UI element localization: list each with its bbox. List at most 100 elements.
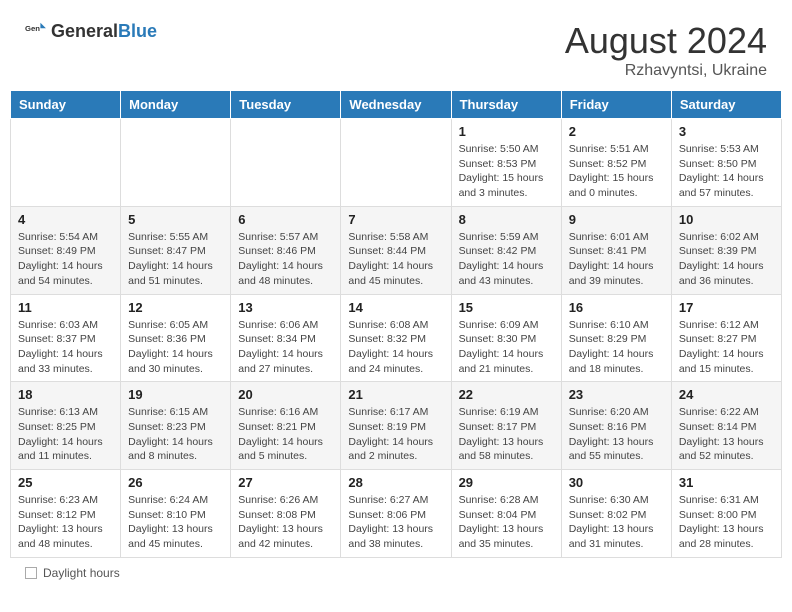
calendar-cell: 11 Sunrise: 6:03 AM Sunset: 8:37 PM Dayli…: [11, 294, 121, 382]
day-number: 29: [459, 475, 554, 490]
day-number: 22: [459, 387, 554, 402]
day-info: Sunrise: 6:31 AM Sunset: 8:00 PM Dayligh…: [679, 493, 774, 552]
day-number: 8: [459, 212, 554, 227]
day-number: 20: [238, 387, 333, 402]
day-number: 4: [18, 212, 113, 227]
day-number: 18: [18, 387, 113, 402]
calendar-week-row: 1Sunrise: 5:50 AM Sunset: 8:53 PM Daylig…: [11, 119, 782, 207]
calendar-week-row: 25Sunrise: 6:23 AM Sunset: 8:12 PM Dayli…: [11, 470, 782, 558]
day-info: Sunrise: 6:30 AM Sunset: 8:02 PM Dayligh…: [569, 493, 664, 552]
day-info: Sunrise: 6:26 AM Sunset: 8:08 PM Dayligh…: [238, 493, 333, 552]
day-info: Sunrise: 6:22 AM Sunset: 8:14 PM Dayligh…: [679, 405, 774, 464]
day-info: Sunrise: 6:16 AM Sunset: 8:21 PM Dayligh…: [238, 405, 333, 464]
day-number: 17: [679, 300, 774, 315]
calendar-cell: [121, 119, 231, 207]
calendar-cell: 2 Sunrise: 5:51 AM Sunset: 8:52 PM Daylig…: [561, 119, 671, 207]
daylight-label: Daylight hours: [43, 566, 120, 580]
calendar-footer: Daylight hours: [10, 558, 782, 588]
day-info: Sunrise: 6:27 AM Sunset: 8:06 PM Dayligh…: [348, 493, 443, 552]
calendar-cell: 15Sunrise: 6:09 AM Sunset: 8:30 PM Dayli…: [451, 294, 561, 382]
day-info: Sunrise: 5:51 AM Sunset: 8:52 PM Dayligh…: [569, 142, 664, 201]
calendar-cell: 16 Sunrise: 6:10 AM Sunset: 8:29 PM Dayli…: [561, 294, 671, 382]
day-number: 10: [679, 212, 774, 227]
day-number: 23: [569, 387, 664, 402]
calendar-cell: 9 Sunrise: 6:01 AM Sunset: 8:41 PM Daylig…: [561, 206, 671, 294]
day-number: 27: [238, 475, 333, 490]
column-header-friday: Friday: [561, 91, 671, 119]
calendar-cell: 1Sunrise: 5:50 AM Sunset: 8:53 PM Daylig…: [451, 119, 561, 207]
calendar-cell: 30 Sunrise: 6:30 AM Sunset: 8:02 PM Dayli…: [561, 470, 671, 558]
day-info: Sunrise: 6:17 AM Sunset: 8:19 PM Dayligh…: [348, 405, 443, 464]
calendar-cell: 18 Sunrise: 6:13 AM Sunset: 8:25 PM Dayli…: [11, 382, 121, 470]
day-info: Sunrise: 6:03 AM Sunset: 8:37 PM Dayligh…: [18, 318, 113, 377]
day-number: 5: [128, 212, 223, 227]
day-number: 11: [18, 300, 113, 315]
day-number: 7: [348, 212, 443, 227]
column-header-saturday: Saturday: [671, 91, 781, 119]
calendar-week-row: 4 Sunrise: 5:54 AM Sunset: 8:49 PM Daylig…: [11, 206, 782, 294]
column-header-wednesday: Wednesday: [341, 91, 451, 119]
calendar-cell: 26 Sunrise: 6:24 AM Sunset: 8:10 PM Dayli…: [121, 470, 231, 558]
day-number: 16: [569, 300, 664, 315]
month-year-title: August 2024: [565, 20, 767, 62]
page-header: Gen GeneralBlue August 2024 Rzhavyntsi, …: [10, 10, 782, 85]
calendar-cell: 29 Sunrise: 6:28 AM Sunset: 8:04 PM Dayli…: [451, 470, 561, 558]
day-info: Sunrise: 6:08 AM Sunset: 8:32 PM Dayligh…: [348, 318, 443, 377]
day-info: Sunrise: 6:19 AM Sunset: 8:17 PM Dayligh…: [459, 405, 554, 464]
day-number: 24: [679, 387, 774, 402]
day-info: Sunrise: 6:12 AM Sunset: 8:27 PM Dayligh…: [679, 318, 774, 377]
calendar-cell: 28Sunrise: 6:27 AM Sunset: 8:06 PM Dayli…: [341, 470, 451, 558]
column-header-thursday: Thursday: [451, 91, 561, 119]
day-number: 26: [128, 475, 223, 490]
calendar-cell: [11, 119, 121, 207]
calendar-cell: 25Sunrise: 6:23 AM Sunset: 8:12 PM Dayli…: [11, 470, 121, 558]
day-number: 21: [348, 387, 443, 402]
calendar-header-row: SundayMondayTuesdayWednesdayThursdayFrid…: [11, 91, 782, 119]
day-number: 2: [569, 124, 664, 139]
calendar-cell: 5 Sunrise: 5:55 AM Sunset: 8:47 PM Daylig…: [121, 206, 231, 294]
calendar-cell: 8Sunrise: 5:59 AM Sunset: 8:42 PM Daylig…: [451, 206, 561, 294]
day-info: Sunrise: 5:53 AM Sunset: 8:50 PM Dayligh…: [679, 142, 774, 201]
column-header-sunday: Sunday: [11, 91, 121, 119]
calendar-cell: [231, 119, 341, 207]
day-number: 31: [679, 475, 774, 490]
calendar-cell: 7 Sunrise: 5:58 AM Sunset: 8:44 PM Daylig…: [341, 206, 451, 294]
day-number: 30: [569, 475, 664, 490]
calendar-cell: 3 Sunrise: 5:53 AM Sunset: 8:50 PM Daylig…: [671, 119, 781, 207]
day-number: 9: [569, 212, 664, 227]
calendar-cell: 14 Sunrise: 6:08 AM Sunset: 8:32 PM Dayli…: [341, 294, 451, 382]
calendar-table: SundayMondayTuesdayWednesdayThursdayFrid…: [10, 90, 782, 558]
day-info: Sunrise: 6:24 AM Sunset: 8:10 PM Dayligh…: [128, 493, 223, 552]
calendar-cell: 4 Sunrise: 5:54 AM Sunset: 8:49 PM Daylig…: [11, 206, 121, 294]
day-number: 1: [459, 124, 554, 139]
day-number: 14: [348, 300, 443, 315]
day-number: 12: [128, 300, 223, 315]
svg-text:Gen: Gen: [25, 24, 40, 33]
location-subtitle: Rzhavyntsi, Ukraine: [565, 62, 767, 80]
day-info: Sunrise: 6:09 AM Sunset: 8:30 PM Dayligh…: [459, 318, 554, 377]
day-number: 6: [238, 212, 333, 227]
day-info: Sunrise: 6:15 AM Sunset: 8:23 PM Dayligh…: [128, 405, 223, 464]
calendar-cell: 27 Sunrise: 6:26 AM Sunset: 8:08 PM Dayli…: [231, 470, 341, 558]
day-number: 19: [128, 387, 223, 402]
day-info: Sunrise: 6:10 AM Sunset: 8:29 PM Dayligh…: [569, 318, 664, 377]
day-info: Sunrise: 6:20 AM Sunset: 8:16 PM Dayligh…: [569, 405, 664, 464]
day-info: Sunrise: 6:13 AM Sunset: 8:25 PM Dayligh…: [18, 405, 113, 464]
calendar-cell: 21 Sunrise: 6:17 AM Sunset: 8:19 PM Dayli…: [341, 382, 451, 470]
day-info: Sunrise: 6:02 AM Sunset: 8:39 PM Dayligh…: [679, 230, 774, 289]
day-info: Sunrise: 5:54 AM Sunset: 8:49 PM Dayligh…: [18, 230, 113, 289]
calendar-cell: 10 Sunrise: 6:02 AM Sunset: 8:39 PM Dayli…: [671, 206, 781, 294]
day-info: Sunrise: 5:58 AM Sunset: 8:44 PM Dayligh…: [348, 230, 443, 289]
day-info: Sunrise: 6:28 AM Sunset: 8:04 PM Dayligh…: [459, 493, 554, 552]
logo-general-text: General: [51, 21, 118, 41]
calendar-cell: 24 Sunrise: 6:22 AM Sunset: 8:14 PM Dayli…: [671, 382, 781, 470]
day-info: Sunrise: 6:06 AM Sunset: 8:34 PM Dayligh…: [238, 318, 333, 377]
day-number: 3: [679, 124, 774, 139]
day-info: Sunrise: 6:01 AM Sunset: 8:41 PM Dayligh…: [569, 230, 664, 289]
day-info: Sunrise: 6:05 AM Sunset: 8:36 PM Dayligh…: [128, 318, 223, 377]
calendar-week-row: 11 Sunrise: 6:03 AM Sunset: 8:37 PM Dayli…: [11, 294, 782, 382]
column-header-tuesday: Tuesday: [231, 91, 341, 119]
day-number: 25: [18, 475, 113, 490]
calendar-cell: 17 Sunrise: 6:12 AM Sunset: 8:27 PM Dayli…: [671, 294, 781, 382]
day-info: Sunrise: 5:55 AM Sunset: 8:47 PM Dayligh…: [128, 230, 223, 289]
